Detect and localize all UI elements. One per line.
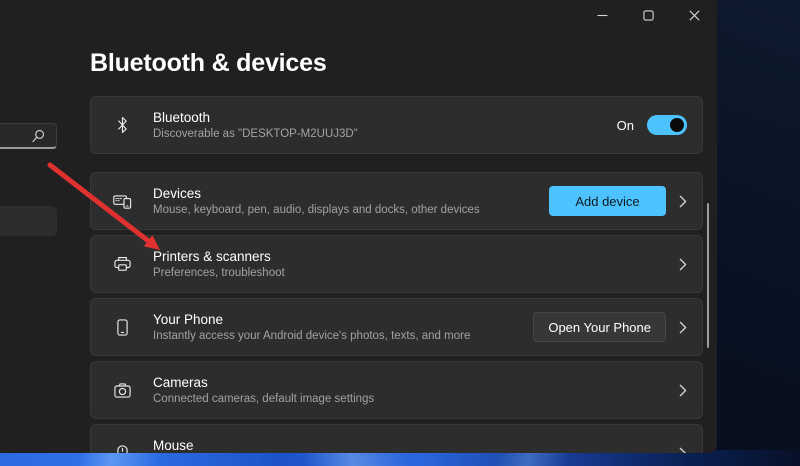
bluetooth-title: Bluetooth	[153, 110, 358, 125]
search-icon	[31, 129, 45, 149]
toggle-state-label: On	[617, 118, 634, 133]
printer-icon	[111, 256, 133, 272]
row-title: Cameras	[153, 375, 374, 390]
titlebar	[592, 0, 704, 30]
row-title: Your Phone	[153, 312, 470, 327]
row-title: Printers & scanners	[153, 249, 285, 264]
camera-icon	[111, 383, 133, 398]
search-input[interactable]	[0, 123, 57, 149]
close-button[interactable]	[684, 5, 704, 25]
chevron-right-icon	[679, 321, 687, 334]
maximize-button[interactable]	[638, 5, 658, 25]
row-title: Mouse	[153, 438, 354, 453]
phone-icon	[111, 319, 133, 336]
chevron-right-icon	[679, 195, 687, 208]
chevron-right-icon	[679, 258, 687, 271]
mouse-icon	[111, 445, 133, 454]
toggle-knob	[670, 118, 684, 132]
row-subtitle: Connected cameras, default image setting…	[153, 393, 374, 406]
chevron-right-icon	[679, 384, 687, 397]
desktop-wallpaper-right	[716, 0, 800, 466]
settings-window: Bluetooth & devices Bluetooth Discoverab…	[0, 0, 717, 453]
bluetooth-card: Bluetooth Discoverable as "DESKTOP-M2UUJ…	[90, 96, 703, 154]
settings-row-mouse[interactable]: Mouse Buttons, mouse pointer speed, scro…	[90, 424, 703, 453]
row-subtitle: Instantly access your Android device's p…	[153, 330, 470, 343]
add-device-button[interactable]: Add device	[549, 186, 666, 216]
open-your-phone-button[interactable]: Open Your Phone	[533, 312, 666, 342]
settings-row-your-phone[interactable]: Your Phone Instantly access your Android…	[90, 298, 703, 356]
settings-row-devices[interactable]: Devices Mouse, keyboard, pen, audio, dis…	[90, 172, 703, 230]
bluetooth-icon	[111, 116, 133, 134]
settings-row-cameras[interactable]: Cameras Connected cameras, default image…	[90, 361, 703, 419]
devices-icon	[111, 193, 133, 209]
sidebar-item-active[interactable]	[0, 206, 57, 236]
chevron-right-icon	[679, 447, 687, 454]
row-subtitle: Preferences, troubleshoot	[153, 267, 285, 280]
scrollbar-thumb[interactable]	[707, 203, 709, 348]
minimize-button[interactable]	[592, 5, 612, 25]
bluetooth-toggle[interactable]	[647, 115, 687, 135]
row-subtitle: Mouse, keyboard, pen, audio, displays an…	[153, 204, 480, 217]
bluetooth-subtitle: Discoverable as "DESKTOP-M2UUJ3D"	[153, 128, 358, 141]
page-title: Bluetooth & devices	[90, 49, 327, 78]
row-title: Devices	[153, 186, 480, 201]
settings-row-printers[interactable]: Printers & scanners Preferences, trouble…	[90, 235, 703, 293]
